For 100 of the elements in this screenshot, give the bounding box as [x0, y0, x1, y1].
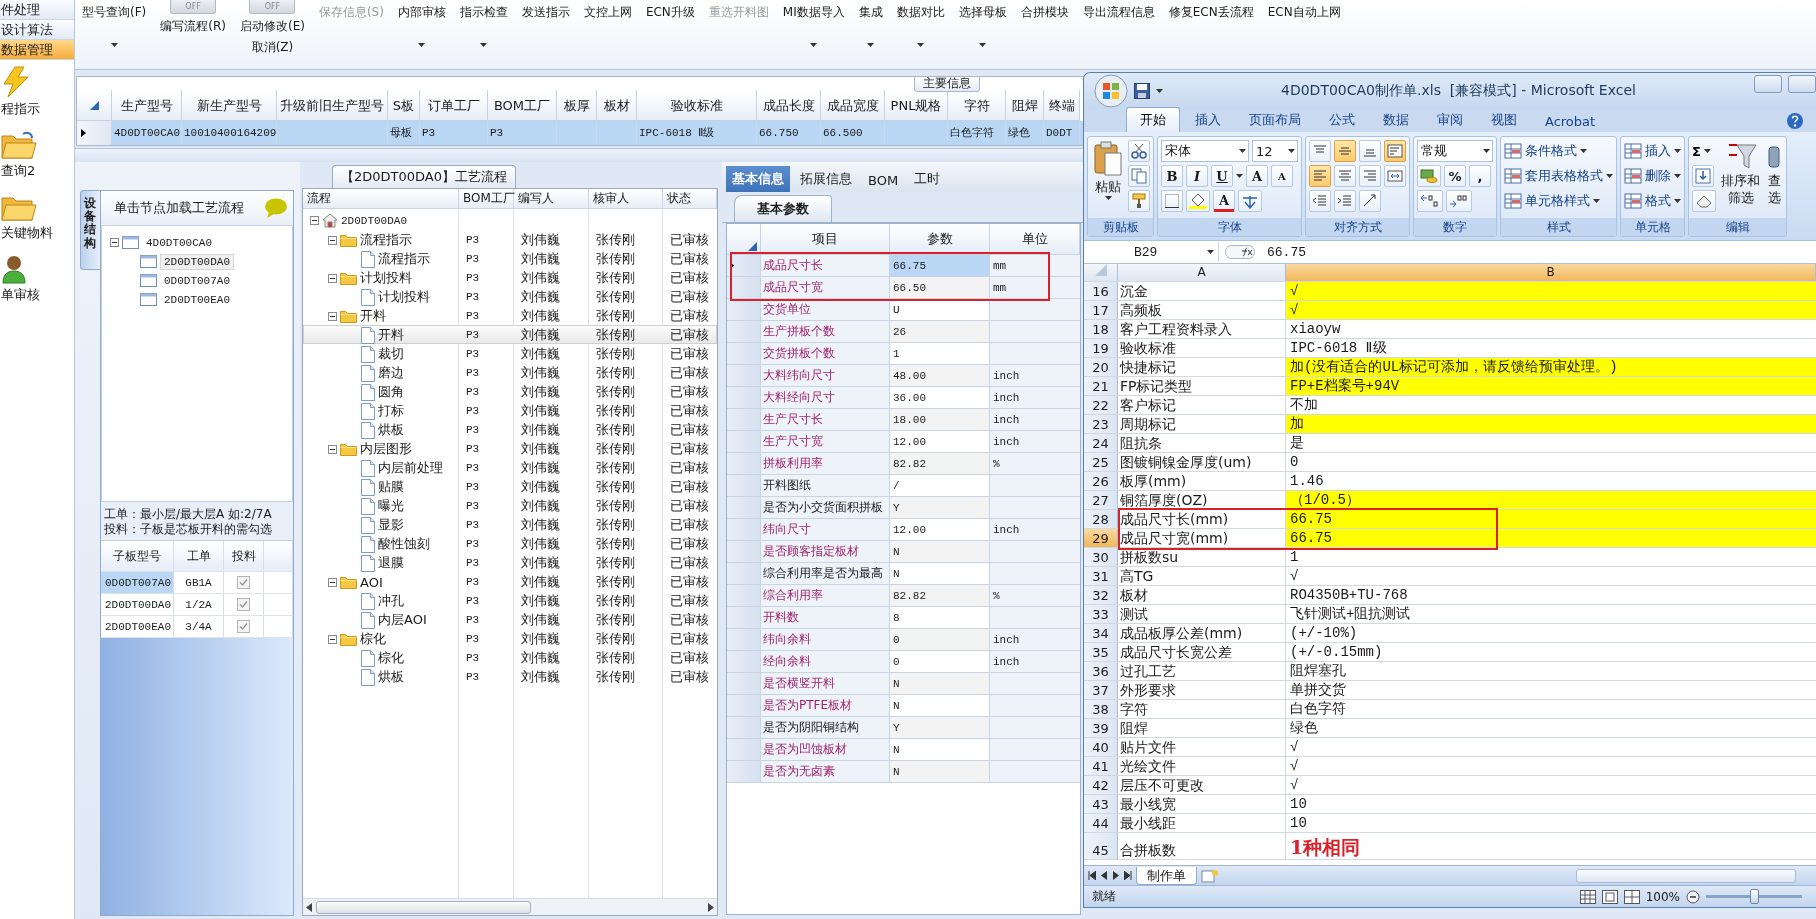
column-header[interactable]: 板厚: [557, 90, 597, 121]
row-number[interactable]: 45: [1084, 833, 1118, 859]
column-header[interactable]: 编写人: [514, 189, 589, 208]
table-cell[interactable]: N: [890, 541, 990, 563]
ribbon-button[interactable]: 格式: [1624, 190, 1681, 212]
toolbar-button[interactable]: ECN升级: [645, 0, 695, 21]
table-cell[interactable]: 66.50: [890, 277, 990, 299]
spreadsheet-cell[interactable]: FP+E档案号+94V: [1286, 377, 1816, 395]
tree-row[interactable]: 内层前处理 P3 刘伟巍 张传刚 已审核: [303, 458, 717, 477]
column-header[interactable]: 升级前旧生产型号: [277, 90, 388, 121]
collapse-icon[interactable]: [328, 273, 337, 283]
table-cell[interactable]: 0: [890, 629, 990, 651]
bold-button[interactable]: B: [1161, 165, 1183, 187]
toolbar-button[interactable]: 文控上网: [583, 0, 632, 21]
tree-node[interactable]: 2D0DT00EA0: [160, 291, 234, 308]
table-cell[interactable]: 2D0DT00EA0: [101, 616, 174, 637]
table-cell[interactable]: 2D0DT00DA0: [101, 594, 174, 615]
tree-row[interactable]: 裁切 P3 刘伟巍 张传刚 已审核: [303, 344, 717, 363]
tree-row[interactable]: 开料 P3 刘伟巍 张传刚 已审核: [303, 306, 717, 325]
row-number[interactable]: 37: [1084, 681, 1118, 699]
row-number[interactable]: 39: [1084, 719, 1118, 737]
row-number[interactable]: 31: [1084, 567, 1118, 585]
checkbox[interactable]: [237, 598, 250, 611]
italic-button[interactable]: I: [1186, 165, 1208, 187]
tree-node[interactable]: 4D0DT00CA0: [142, 234, 216, 251]
row-number[interactable]: 32: [1084, 586, 1118, 604]
nav-item[interactable]: 数据管理: [0, 40, 74, 60]
column-header[interactable]: 订单工厂: [420, 90, 488, 121]
column-header[interactable]: 新生产型号: [182, 90, 277, 121]
row-number[interactable]: 16: [1084, 282, 1118, 300]
underline-button[interactable]: U: [1211, 165, 1233, 187]
row-number[interactable]: 23: [1084, 415, 1118, 433]
column-header[interactable]: 状态: [663, 189, 717, 208]
toolbar-button[interactable]: MI数据导入: [782, 0, 845, 47]
tree-row[interactable]: 流程指示 P3 刘伟巍 张传刚 已审核: [303, 230, 717, 249]
tree-row[interactable]: 计划投料 P3 刘伟巍 张传刚 已审核: [303, 287, 717, 306]
column-header[interactable]: 终端: [1044, 90, 1080, 121]
font-dropdown[interactable]: 宋体: [1161, 140, 1249, 162]
tree-row[interactable]: 圆角 P3 刘伟巍 张传刚 已审核: [303, 382, 717, 401]
tree-row[interactable]: 打标 P3 刘伟巍 张传刚 已审核: [303, 401, 717, 420]
column-header[interactable]: 流程: [303, 189, 459, 208]
table-cell[interactable]: 66.75: [890, 255, 990, 277]
column-header[interactable]: BOM工厂: [488, 90, 557, 121]
name-box[interactable]: B29: [1084, 242, 1219, 262]
row-number[interactable]: 28: [1084, 510, 1118, 528]
column-header[interactable]: 子板型号: [101, 541, 174, 571]
row-number[interactable]: 24: [1084, 434, 1118, 452]
nav-item[interactable]: 查询2: [0, 124, 74, 186]
row-number[interactable]: 17: [1084, 301, 1118, 319]
tab[interactable]: BOM: [862, 169, 905, 192]
toolbar-button[interactable]: 编写流程(R): [160, 16, 226, 35]
table-cell[interactable]: 0: [890, 651, 990, 673]
arrow-left-icon[interactable]: [1100, 871, 1108, 880]
tree-row[interactable]: 开料 P3 刘伟巍 张传刚 已审核: [303, 325, 717, 344]
column-header[interactable]: B: [1286, 264, 1816, 281]
toolbar-button[interactable]: 发送指示: [521, 0, 570, 21]
column-header[interactable]: 成品宽度: [821, 90, 885, 121]
row-number[interactable]: 36: [1084, 662, 1118, 680]
ribbon-button[interactable]: 套用表格格式: [1504, 165, 1613, 187]
normal-view-icon[interactable]: [1579, 889, 1596, 904]
sheet-tab[interactable]: 制作单: [1136, 866, 1197, 885]
currency-button[interactable]: [1417, 165, 1441, 187]
table-cell[interactable]: N: [890, 739, 990, 761]
row-number[interactable]: 40: [1084, 738, 1118, 756]
nav-item[interactable]: 关键物料: [0, 186, 74, 248]
column-header[interactable]: 成品长度: [757, 90, 821, 121]
table-cell[interactable]: 18.00: [890, 409, 990, 431]
minimize-button[interactable]: [1754, 75, 1782, 93]
slider-thumb[interactable]: [1750, 889, 1759, 904]
fill-button[interactable]: [1692, 165, 1714, 187]
spreadsheet-cell[interactable]: 66.75: [1286, 529, 1816, 547]
table-cell[interactable]: Y: [890, 497, 990, 519]
toolbar-button[interactable]: 修复ECN丢流程: [1168, 0, 1254, 21]
toolbar-button[interactable]: 型号查询(F): [82, 0, 147, 47]
font-color-button[interactable]: A: [1213, 190, 1235, 212]
zoom-level[interactable]: 100%: [1645, 889, 1680, 904]
tree-row[interactable]: 计划投料 P3 刘伟巍 张传刚 已审核: [303, 268, 717, 287]
tree-row[interactable]: 2D0DT00DA0: [303, 211, 717, 230]
collapse-icon[interactable]: [328, 634, 337, 644]
row-number[interactable]: 43: [1084, 795, 1118, 813]
row-number[interactable]: 35: [1084, 643, 1118, 661]
copy-button[interactable]: [1128, 165, 1150, 187]
column-header[interactable]: BOM工厂: [459, 189, 514, 208]
fill-color-button[interactable]: [1186, 190, 1210, 212]
collapse-icon[interactable]: [110, 238, 119, 247]
side-tab[interactable]: 设备结构: [80, 190, 100, 270]
tab[interactable]: 工时: [908, 166, 947, 192]
formula-field[interactable]: 66.75: [1261, 244, 1816, 260]
column-header[interactable]: 单位: [990, 224, 1080, 255]
tab[interactable]: 基本信息: [726, 166, 790, 192]
tree-row[interactable]: 内层AOI P3 刘伟巍 张传刚 已审核: [303, 610, 717, 629]
column-header[interactable]: 字符: [948, 90, 1006, 121]
toolbar-button[interactable]: 取消(Z): [251, 37, 294, 56]
nav-item[interactable]: 设计算法: [0, 20, 74, 40]
tab[interactable]: 拓展信息: [794, 166, 858, 192]
column-header[interactable]: 生产型号: [112, 90, 182, 121]
nav-item[interactable]: 程指示: [0, 60, 74, 124]
spreadsheet-cell[interactable]: （1/0.5）: [1286, 491, 1816, 509]
increase-decimal-button[interactable]: [1417, 190, 1443, 212]
nav-item[interactable]: 单审核: [0, 248, 74, 310]
